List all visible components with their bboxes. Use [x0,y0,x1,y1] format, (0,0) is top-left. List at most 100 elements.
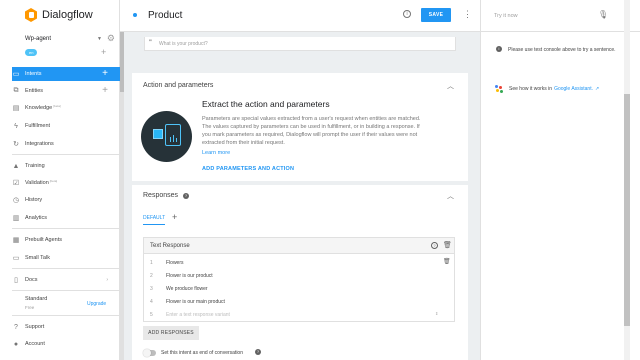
chevron-right-icon: › [106,277,108,283]
reorder-icon[interactable]: ⇕ [435,311,438,316]
sidebar-item-label: Account [25,341,45,347]
sidebar-item-validation[interactable]: ☑ Validation [beta] [12,176,120,190]
sidebar-item-intents[interactable]: ▭ Intents + [12,67,120,81]
console-hint: i Please use test console above to try a… [496,46,616,54]
response-text[interactable]: Flower is our main product [166,299,225,305]
speech-icon: ▭ [12,255,20,262]
row-number: 5 [150,312,153,318]
add-intent-icon[interactable]: + [102,67,108,81]
text-response-box: Text Response ? 🗑 1 Flowers 🗑 2 Flower i… [143,237,455,322]
info-icon[interactable]: i [403,10,411,18]
training-phrase-placeholder: What is your product? [159,41,208,47]
sidebar-item-label: History [25,197,43,203]
end-conversation-toggle[interactable] [143,349,156,357]
learn-more-link[interactable]: Learn more [202,150,230,156]
sidebar-item-training[interactable]: ▲ Training [12,159,120,173]
help-icon[interactable]: ? [431,242,438,249]
language-badge[interactable]: en [25,49,38,56]
trash-icon[interactable]: 🗑 [443,258,451,265]
extract-title: Extract the action and parameters [202,99,330,109]
plan-sub: Free [25,305,35,310]
add-parameters-button[interactable]: ADD PARAMETERS AND ACTION [202,166,294,172]
help-icon[interactable]: ? [255,349,261,355]
add-language-icon[interactable]: + [101,47,106,57]
google-assistant-icon [495,85,503,93]
microphone-icon[interactable]: 🎙 [598,10,608,19]
sidebar-item-label: Prebuilt Agents [25,237,62,243]
beta-tag: [beta] [53,104,61,108]
book-icon: ▤ [12,105,20,112]
bar-graphic [173,135,174,142]
google-assistant-link[interactable]: Google Assistant. [554,86,593,92]
console-hint-text: Please use test console above to try a s… [508,47,616,53]
scroll-thumb[interactable] [120,32,124,92]
info-icon: i [496,46,502,52]
sidebar-item-label: Training [25,163,45,169]
sidebar-item-account[interactable]: ● Account [12,337,120,351]
extract-description: Parameters are special values extracted … [202,116,421,146]
chip-graphic [153,129,163,139]
section-title: Responses [143,192,179,199]
save-button[interactable]: SAVE [421,8,451,22]
sidebar-item-label: Validation [25,180,49,186]
response-placeholder[interactable]: Enter a text response variant [166,312,230,318]
intent-header: Product i SAVE ⋮ [120,0,480,32]
help-icon[interactable]: ? [183,193,189,199]
add-tab-icon[interactable]: + [172,212,177,222]
section-title: Action and parameters [143,82,214,89]
chevron-up-icon[interactable]: ︿ [447,81,454,91]
sidebar-item-fulfillment[interactable]: ϟ Fulfillment [12,119,120,133]
response-row[interactable]: 2 Flower is our product [144,270,454,283]
text-response-title: Text Response [150,243,190,249]
try-it-now-bar: Try it now 🎙 [481,0,640,32]
upgrade-link[interactable]: Upgrade [87,301,106,307]
sidebar-item-label: Analytics [25,215,48,221]
response-row[interactable]: 4 Flower is our main product [144,296,454,309]
sidebar-item-knowledge[interactable]: ▤ Knowledge [beta] [12,101,120,115]
add-entity-icon[interactable]: + [102,84,108,98]
sidebar-item-docs[interactable]: ▯ Docs › [12,273,120,287]
console-scrollbar[interactable] [624,0,630,360]
trash-icon[interactable]: 🗑 [443,241,452,249]
sidebar-item-history[interactable]: ◷ History [12,193,120,207]
external-link-icon[interactable]: ↗ [595,86,599,92]
sidebar-item-label: Docs [25,277,38,283]
row-number: 4 [150,299,153,305]
chevron-up-icon[interactable]: ︿ [447,191,454,201]
response-row[interactable]: 3 We produce flower [144,283,454,296]
sidebar-item-support[interactable]: ? Support [12,320,120,334]
sidebar-item-analytics[interactable]: ▥ Analytics [12,211,120,225]
response-row-new[interactable]: 5 Enter a text response variant ⇕ [144,309,454,322]
response-text[interactable]: We produce flower [166,286,208,292]
dialogflow-logo-icon [25,8,37,22]
check-circle-icon: ☑ [12,180,20,187]
more-options-icon[interactable]: ⋮ [463,9,472,20]
sidebar-item-integrations[interactable]: ↻ Integrations [12,137,120,151]
account-icon: ● [13,340,19,348]
try-it-now-input[interactable]: Try it now [494,13,518,19]
add-responses-button[interactable]: ADD RESPONSES [143,326,199,340]
plan-label: Standard [25,296,48,302]
training-phrase-input[interactable]: " What is your product? [144,37,456,51]
scroll-thumb[interactable] [624,94,630,326]
end-conversation-label: Set this intent as end of conversation [161,350,243,356]
agent-selector[interactable]: Wp-agent ▼ ⚙ [25,33,115,44]
response-text[interactable]: Flowers [166,260,184,266]
quote-icon: " [149,40,152,46]
main-scrollbar[interactable] [120,32,124,360]
intent-priority-dot[interactable] [133,13,137,17]
sidebar-divider [12,268,120,269]
response-text[interactable]: Flower is our product [166,273,213,279]
sidebar-item-entities[interactable]: ⧉ Entities + [12,84,120,98]
page-title[interactable]: Product [148,10,182,21]
chat-bubble-icon: ▭ [12,71,20,78]
gear-icon[interactable]: ⚙ [107,33,115,44]
sidebar-item-prebuilt-agents[interactable]: ▦ Prebuilt Agents [12,233,120,247]
sidebar-item-label: Support [25,324,45,330]
tab-default[interactable]: DEFAULT [143,215,165,221]
sidebar-item-small-talk[interactable]: ▭ Small Talk [12,251,120,265]
clock-icon: ◷ [12,197,20,204]
response-row[interactable]: 1 Flowers 🗑 [144,257,454,270]
cycle-icon: ↻ [13,141,19,148]
logo[interactable]: Dialogflow [25,8,93,22]
